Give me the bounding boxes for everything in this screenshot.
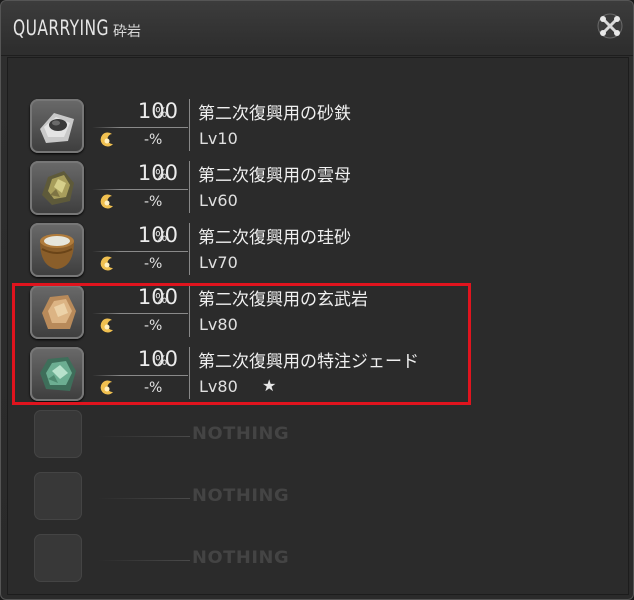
- nothing-label: NOTHING: [192, 486, 290, 506]
- divider: [92, 189, 188, 190]
- bonus-rate: -%: [144, 132, 163, 148]
- gathering-bonus-icon: [100, 194, 113, 209]
- percent-sign: %: [155, 230, 168, 245]
- divider: [189, 161, 190, 213]
- item-level: Lv70: [199, 253, 238, 272]
- empty-slot-row: NOTHING: [8, 468, 628, 528]
- divider: [189, 99, 190, 151]
- title-bar[interactable]: QUARRYING 砕岩: [1, 1, 633, 56]
- empty-slot: [34, 410, 82, 458]
- silica-sand-icon[interactable]: [30, 223, 84, 277]
- bonus-rate: -%: [144, 256, 163, 272]
- item-name: 第二次復興用の雲母: [198, 166, 351, 186]
- divider: [98, 498, 190, 499]
- gathering-item-row[interactable]: 100 % -% 第二次復興用の砂鉄 Lv10: [8, 96, 628, 156]
- highlight-box: [12, 283, 471, 405]
- empty-slot-row: NOTHING: [8, 530, 628, 590]
- nothing-label: NOTHING: [192, 424, 290, 444]
- gathering-bonus-icon: [100, 256, 113, 271]
- percent-sign: %: [155, 168, 168, 183]
- empty-slot-row: NOTHING: [8, 406, 628, 466]
- iron-sand-icon[interactable]: [30, 99, 84, 153]
- window-subtitle: 砕岩: [113, 24, 141, 40]
- item-level: Lv10: [199, 129, 238, 148]
- empty-slot: [34, 472, 82, 520]
- window-title: QUARRYING: [13, 16, 109, 40]
- divider: [98, 436, 190, 437]
- divider: [98, 560, 190, 561]
- item-level: Lv60: [199, 191, 238, 210]
- bonus-rate: -%: [144, 194, 163, 210]
- close-icon[interactable]: [597, 13, 623, 39]
- divider: [189, 223, 190, 275]
- item-name: 第二次復興用の砂鉄: [198, 104, 351, 124]
- divider: [92, 251, 188, 252]
- mica-icon[interactable]: [30, 161, 84, 215]
- gathering-item-row[interactable]: 100 % -% 第二次復興用の珪砂 Lv70: [8, 220, 628, 280]
- gathering-bonus-icon: [100, 132, 113, 147]
- gathering-item-row[interactable]: 100 % -% 第二次復興用の雲母 Lv60: [8, 158, 628, 218]
- nothing-label: NOTHING: [192, 548, 290, 568]
- item-name: 第二次復興用の珪砂: [198, 228, 351, 248]
- percent-sign: %: [155, 106, 168, 121]
- empty-slot: [34, 534, 82, 582]
- divider: [92, 127, 188, 128]
